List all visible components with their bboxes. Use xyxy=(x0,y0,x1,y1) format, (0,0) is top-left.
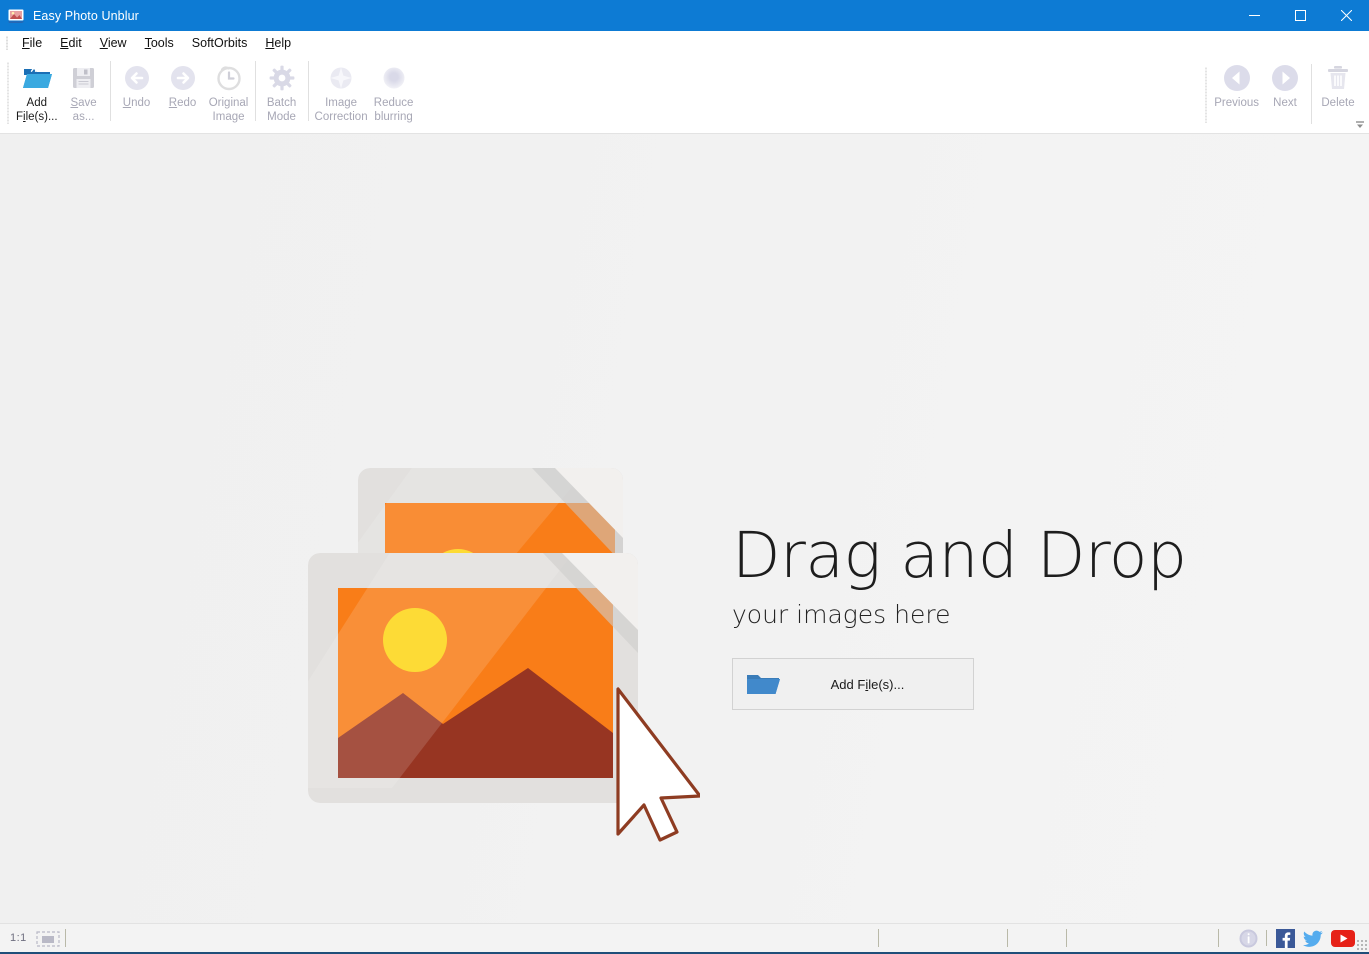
menu-item-softorbits[interactable]: SoftOrbits xyxy=(183,33,257,54)
menu-item-tools[interactable]: Tools xyxy=(136,33,183,54)
toolbar-label-reduce-blurring: Reduceblurring xyxy=(374,96,414,124)
main-toolbar: AddFile(s)... Saveas... xyxy=(0,56,1369,134)
photo-app-icon xyxy=(8,8,25,23)
toolbar-label-delete: Delete xyxy=(1321,96,1354,110)
blur-circle-icon xyxy=(380,62,408,94)
redo-arrow-icon xyxy=(169,62,197,94)
toolbar-label-image-correction: ImageCorrection xyxy=(315,96,368,124)
toolbar-button-original-image[interactable]: OriginalImage xyxy=(206,59,252,124)
dropzone-title: Drag and Drop xyxy=(732,524,1186,588)
title-bar-left: Easy Photo Unblur xyxy=(0,8,139,23)
close-button[interactable] xyxy=(1323,0,1369,31)
toolbar-button-add-files[interactable]: AddFile(s)... xyxy=(13,59,61,124)
toolbar-nav-grip[interactable] xyxy=(1201,65,1210,125)
toolbar-separator-3 xyxy=(308,61,309,121)
toolbar-button-next[interactable]: Next xyxy=(1262,59,1308,110)
status-separator-0 xyxy=(65,929,66,947)
youtube-icon[interactable] xyxy=(1331,928,1355,948)
right-circle-arrow-icon xyxy=(1270,62,1300,94)
maximize-button[interactable] xyxy=(1277,0,1323,31)
fit-to-window-icon[interactable] xyxy=(36,931,58,945)
facebook-icon[interactable] xyxy=(1275,928,1295,948)
window-title: Easy Photo Unblur xyxy=(33,9,139,23)
dropzone-subtitle: your images here xyxy=(732,600,1186,630)
twitter-icon[interactable] xyxy=(1303,928,1323,948)
toolbar-collapse-button[interactable] xyxy=(1354,119,1366,131)
floppy-disk-icon xyxy=(70,62,97,94)
status-bar-links xyxy=(1238,924,1355,952)
toolbar-button-batch-mode[interactable]: BatchMode xyxy=(259,59,305,124)
toolbar-label-previous: Previous xyxy=(1214,96,1259,110)
cursor-arrow xyxy=(618,689,700,840)
window-controls xyxy=(1231,0,1369,31)
toolbar-drag-grip[interactable] xyxy=(3,60,12,126)
status-separator-4 xyxy=(1218,929,1219,947)
resize-grip[interactable] xyxy=(1356,939,1367,950)
menu-item-file[interactable]: File xyxy=(13,33,51,54)
open-folder-icon xyxy=(22,62,52,94)
status-separator-3 xyxy=(1066,929,1067,947)
dropzone-content: Drag and Drop your images here Add File(… xyxy=(300,452,1186,843)
menu-item-help[interactable]: Help xyxy=(256,33,300,54)
info-icon[interactable] xyxy=(1238,928,1258,948)
gear-icon xyxy=(268,62,296,94)
status-bar: 1:1 xyxy=(0,923,1369,952)
sparkle-icon xyxy=(327,62,355,94)
minimize-button[interactable] xyxy=(1231,0,1277,31)
toolbar-label-next: Next xyxy=(1273,96,1297,110)
zoom-level-label: 1:1 xyxy=(10,932,27,944)
toolbar-label-save-as: Saveas... xyxy=(70,96,96,124)
toolbar-label-add-files: AddFile(s)... xyxy=(16,96,58,124)
toolbar-button-delete[interactable]: Delete xyxy=(1315,59,1361,110)
toolbar-group-history: Undo Redo xyxy=(114,56,252,131)
toolbar-button-save-as[interactable]: Saveas... xyxy=(61,59,107,124)
status-separator-5 xyxy=(1266,930,1267,946)
open-folder-icon xyxy=(746,670,780,698)
menu-bar: File Edit View Tools SoftOrbits Help xyxy=(0,31,1369,56)
menu-drag-grip[interactable] xyxy=(2,34,11,52)
trash-icon xyxy=(1325,62,1351,94)
clock-icon xyxy=(215,62,243,94)
add-files-button[interactable]: Add File(s)... xyxy=(732,658,974,710)
toolbar-button-redo[interactable]: Redo xyxy=(160,59,206,110)
status-separator-2 xyxy=(1007,929,1008,947)
toolbar-button-undo[interactable]: Undo xyxy=(114,59,160,110)
dropzone-text-block: Drag and Drop your images here Add File(… xyxy=(732,524,1186,710)
toolbar-separator-2 xyxy=(255,61,256,121)
toolbar-button-image-correction[interactable]: ImageCorrection xyxy=(312,59,371,124)
menu-item-edit[interactable]: Edit xyxy=(51,33,91,54)
toolbar-separator-4 xyxy=(1311,64,1312,124)
two-photos-with-cursor-illustration xyxy=(300,458,700,843)
add-files-button-label: Add File(s)... xyxy=(780,677,973,692)
toolbar-group-batch: BatchMode xyxy=(259,56,305,131)
toolbar-group-effects: ImageCorrection Reduceblurri xyxy=(312,56,417,131)
undo-arrow-icon xyxy=(123,62,151,94)
image-canvas-dropzone[interactable]: Drag and Drop your images here Add File(… xyxy=(0,134,1369,923)
toolbar-button-reduce-blurring[interactable]: Reduceblurring xyxy=(371,59,417,124)
application-window: Easy Photo Unblur File Edit View Tools S… xyxy=(0,0,1369,954)
toolbar-separator-1 xyxy=(110,61,111,121)
toolbar-button-previous[interactable]: Previous xyxy=(1211,59,1262,110)
toolbar-label-original-image: OriginalImage xyxy=(209,96,249,124)
title-bar: Easy Photo Unblur xyxy=(0,0,1369,31)
status-separator-1 xyxy=(878,929,879,947)
left-circle-arrow-icon xyxy=(1222,62,1252,94)
toolbar-group-navigation: Previous Next xyxy=(1198,56,1361,131)
toolbar-label-redo: Redo xyxy=(169,96,197,110)
toolbar-label-undo: Undo xyxy=(123,96,151,110)
menu-item-view[interactable]: View xyxy=(91,33,136,54)
toolbar-group-file: AddFile(s)... Saveas... xyxy=(13,56,107,131)
toolbar-label-batch-mode: BatchMode xyxy=(267,96,296,124)
